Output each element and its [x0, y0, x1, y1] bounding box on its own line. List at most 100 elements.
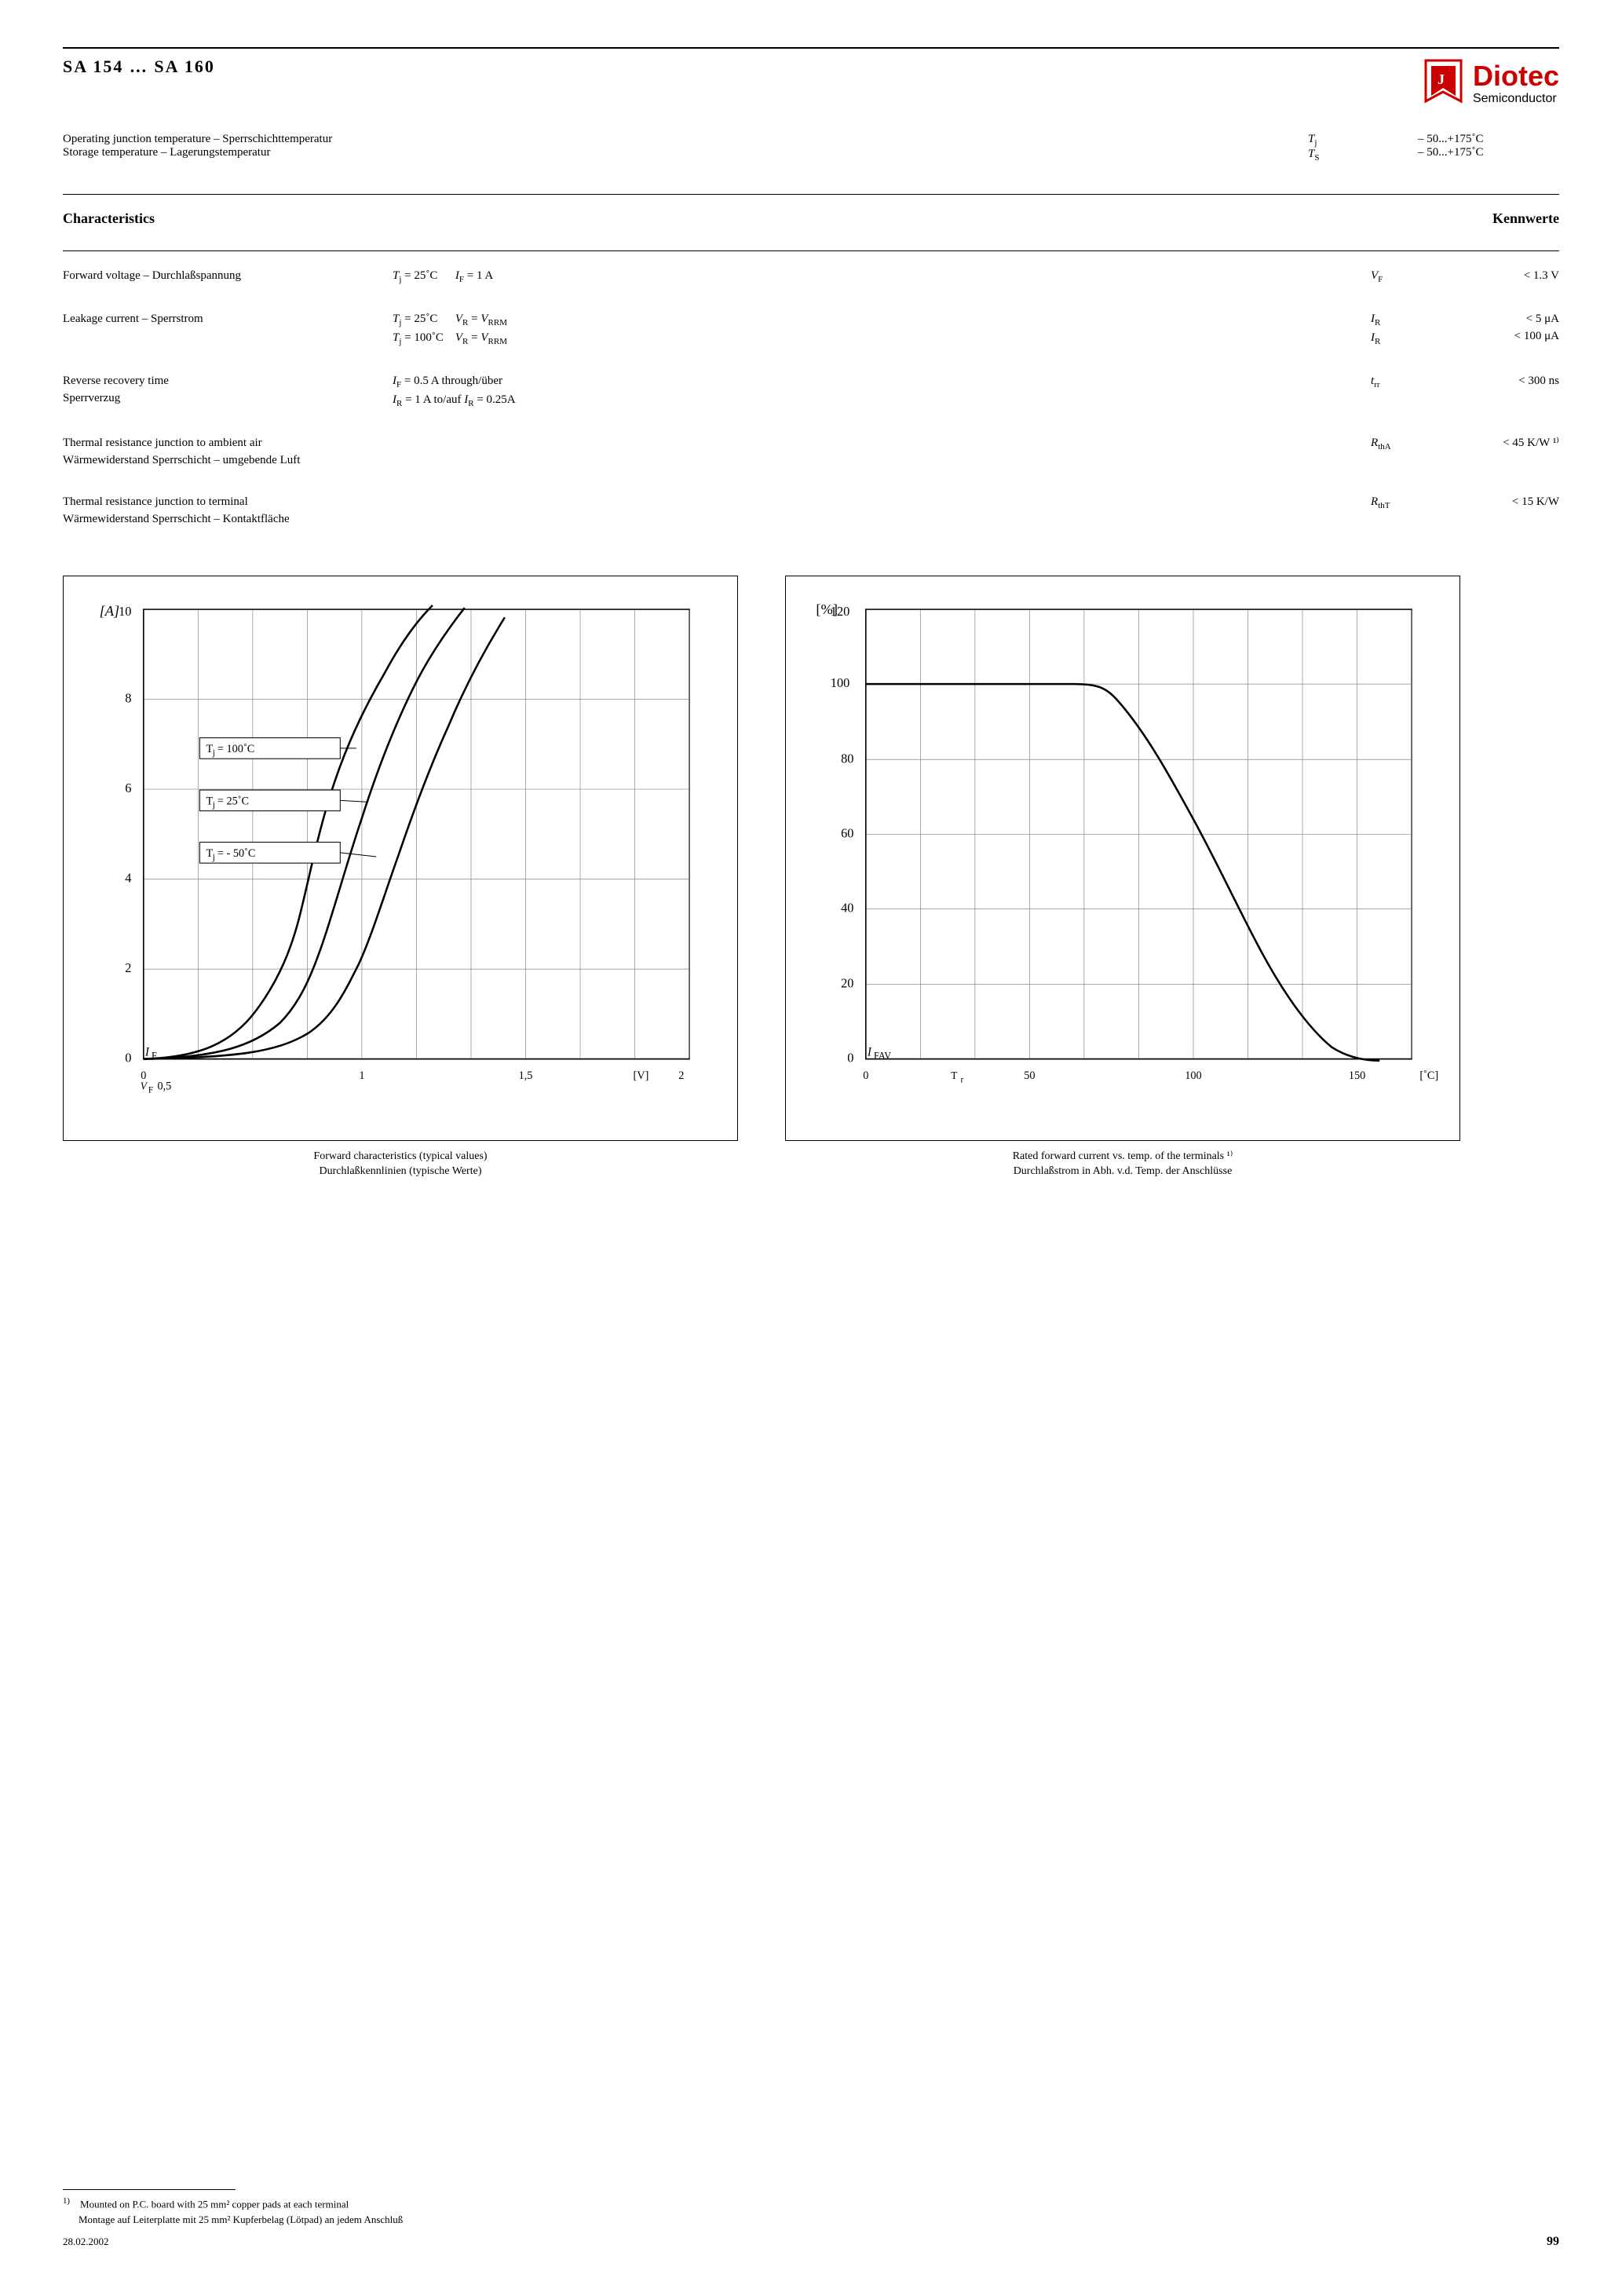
- svg-text:100: 100: [831, 675, 850, 690]
- char-label-de: Kennwerte: [1492, 210, 1559, 227]
- svg-text:[%]: [%]: [816, 601, 838, 617]
- char-sym-ir: IR IR: [1371, 310, 1434, 349]
- char-row-vf: Forward voltage – Durchlaßspannung Tj = …: [63, 267, 1559, 287]
- logo-symbol-icon: J: [1422, 57, 1465, 109]
- char-val-trr: < 300 ns: [1434, 372, 1559, 390]
- svg-text:1,5: 1,5: [519, 1069, 533, 1082]
- svg-text:V: V: [141, 1080, 148, 1091]
- footnote-text-de: Montage auf Leiterplatte mit 25 mm² Kupf…: [79, 2214, 403, 2225]
- svg-text:FAV: FAV: [874, 1050, 891, 1061]
- footnote-sup-1: 1): [63, 2196, 70, 2206]
- char-row-rtht: Thermal resistance junction to terminal …: [63, 493, 1559, 528]
- char-label-en: Characteristics: [63, 210, 155, 227]
- svg-text:0: 0: [125, 1050, 131, 1065]
- characteristics-header: Characteristics Kennwerte: [63, 210, 1559, 227]
- logo-text-area: Diotec Semiconductor: [1473, 60, 1559, 105]
- svg-text:100: 100: [1185, 1069, 1201, 1082]
- svg-text:[˚C]: [˚C]: [1419, 1069, 1438, 1082]
- temp-row-junction: Operating junction temperature – Sperrsc…: [63, 133, 1308, 146]
- temp-value-column: – 50...+175˚C – 50...+175˚C: [1418, 133, 1559, 163]
- logo-brand-name: Diotec: [1473, 60, 1559, 92]
- svg-text:80: 80: [841, 751, 853, 766]
- svg-text:6: 6: [125, 781, 131, 795]
- temp-sym-1: Tj: [1308, 133, 1386, 148]
- svg-text:8: 8: [125, 690, 131, 705]
- char-name-trr: Reverse recovery time Sperrverzug: [63, 372, 393, 408]
- chart2-title: Rated forward current vs. temp. of the t…: [785, 1149, 1460, 1179]
- page-footer: 1) Mounted on P.C. board with 25 mm² cop…: [63, 2189, 1559, 2249]
- char-name-ir: Leakage current – Sperrstrom: [63, 310, 393, 328]
- svg-text:J: J: [1438, 71, 1445, 87]
- temp-sym-2: TS: [1308, 148, 1386, 163]
- svg-text:r: r: [960, 1075, 963, 1084]
- svg-text:F: F: [152, 1050, 157, 1061]
- footnote-line2: Montage auf Leiterplatte mit 25 mm² Kupf…: [79, 2212, 403, 2228]
- svg-text:2: 2: [678, 1069, 684, 1082]
- svg-text:1: 1: [359, 1069, 364, 1082]
- temp-label-column: Operating junction temperature – Sperrsc…: [63, 133, 1308, 163]
- svg-text:F: F: [148, 1085, 153, 1095]
- logo-sub-name: Semiconductor: [1473, 92, 1559, 106]
- svg-text:150: 150: [1349, 1069, 1365, 1082]
- temp-row-storage: Storage temperature – Lagerungstemperatu…: [63, 146, 1308, 159]
- footer-divider: [63, 2189, 236, 2190]
- brand-logo: J Diotec Semiconductor: [1422, 57, 1559, 109]
- chart1-title: Forward characteristics (typical values)…: [63, 1149, 738, 1179]
- char-cond-trr: IF = 0.5 A through/über IR = 1 A to/auf …: [393, 372, 1371, 411]
- char-val-vf: < 1.3 V: [1434, 267, 1559, 285]
- chart1-container: 0 2 4 6 8 10 [A] 0 VF 0,5 1 1,5 [V] 2: [63, 576, 738, 1179]
- divider-2: [63, 250, 1559, 251]
- svg-text:0: 0: [847, 1050, 853, 1065]
- svg-text:50: 50: [1024, 1069, 1035, 1082]
- svg-text:0,5: 0,5: [157, 1080, 171, 1092]
- char-row-trr: Reverse recovery time Sperrverzug IF = 0…: [63, 372, 1559, 411]
- svg-text:0: 0: [863, 1069, 868, 1082]
- svg-text:j: j: [212, 748, 215, 758]
- temp-val-2: – 50...+175˚C: [1418, 146, 1559, 159]
- char-name-rtht: Thermal resistance junction to terminal …: [63, 493, 393, 528]
- footnote: 1) Mounted on P.C. board with 25 mm² cop…: [63, 2195, 403, 2249]
- charts-section: 0 2 4 6 8 10 [A] 0 VF 0,5 1 1,5 [V] 2: [63, 576, 1559, 1179]
- svg-text:T: T: [951, 1069, 957, 1081]
- svg-text:4: 4: [125, 870, 131, 885]
- chart1-svg: 0 2 4 6 8 10 [A] 0 VF 0,5 1 1,5 [V] 2: [79, 592, 721, 1124]
- char-sym-rtha: RthA: [1371, 434, 1434, 454]
- svg-text:[V]: [V]: [634, 1069, 649, 1082]
- temp-val-1: – 50...+175˚C: [1418, 133, 1559, 146]
- chart1-box: 0 2 4 6 8 10 [A] 0 VF 0,5 1 1,5 [V] 2: [63, 576, 738, 1141]
- page-number: 99: [1547, 2235, 1559, 2249]
- footer-date: 28.02.2002: [63, 2234, 403, 2250]
- char-row-rtha: Thermal resistance junction to ambient a…: [63, 434, 1559, 470]
- divider-1: [63, 194, 1559, 195]
- char-row-ir: Leakage current – Sperrstrom Tj = 25˚C V…: [63, 310, 1559, 349]
- svg-text:20: 20: [841, 975, 853, 990]
- page-title: SA 154 … SA 160: [63, 57, 215, 77]
- svg-text:= 25˚C: = 25˚C: [217, 795, 249, 807]
- svg-text:j: j: [212, 800, 215, 810]
- svg-text:= 100˚C: = 100˚C: [217, 743, 254, 755]
- page-header: SA 154 … SA 160 J Diotec Semiconductor: [63, 47, 1559, 109]
- svg-text:10: 10: [119, 604, 131, 619]
- chart2-container: 0 20 40 60 80 100 120 [%] 0 T r 50 100 1…: [785, 576, 1460, 1179]
- char-val-rtht: < 15 K/W: [1434, 493, 1559, 511]
- chart2-svg: 0 20 40 60 80 100 120 [%] 0 T r 50 100 1…: [802, 592, 1444, 1124]
- chart2-box: 0 20 40 60 80 100 120 [%] 0 T r 50 100 1…: [785, 576, 1460, 1141]
- char-sym-rtht: RthT: [1371, 493, 1434, 513]
- footnote-text-en: Mounted on P.C. board with 25 mm² copper…: [80, 2199, 349, 2210]
- svg-text:40: 40: [841, 900, 853, 915]
- temperature-section: Operating junction temperature – Sperrsc…: [63, 133, 1559, 163]
- temp-symbol-column: Tj TS: [1308, 133, 1386, 163]
- char-val-ir: < 5 μA < 100 μA: [1434, 310, 1559, 345]
- char-name-rtha: Thermal resistance junction to ambient a…: [63, 434, 393, 470]
- svg-text:[A]: [A]: [100, 603, 120, 619]
- header-title-text: SA 154 … SA 160: [63, 57, 215, 77]
- footer-content: 1) Mounted on P.C. board with 25 mm² cop…: [63, 2195, 1559, 2249]
- char-sym-vf: VF: [1371, 267, 1434, 287]
- char-sym-trr: trr: [1371, 372, 1434, 392]
- svg-text:60: 60: [841, 825, 853, 840]
- svg-text:I: I: [867, 1045, 872, 1058]
- char-cond-ir: Tj = 25˚C VR = VRRM Tj = 100˚C VR = VRRM: [393, 310, 1371, 349]
- char-val-rtha: < 45 K/W ¹⁾: [1434, 434, 1559, 452]
- svg-text:j: j: [212, 853, 215, 862]
- svg-text:I: I: [144, 1045, 150, 1058]
